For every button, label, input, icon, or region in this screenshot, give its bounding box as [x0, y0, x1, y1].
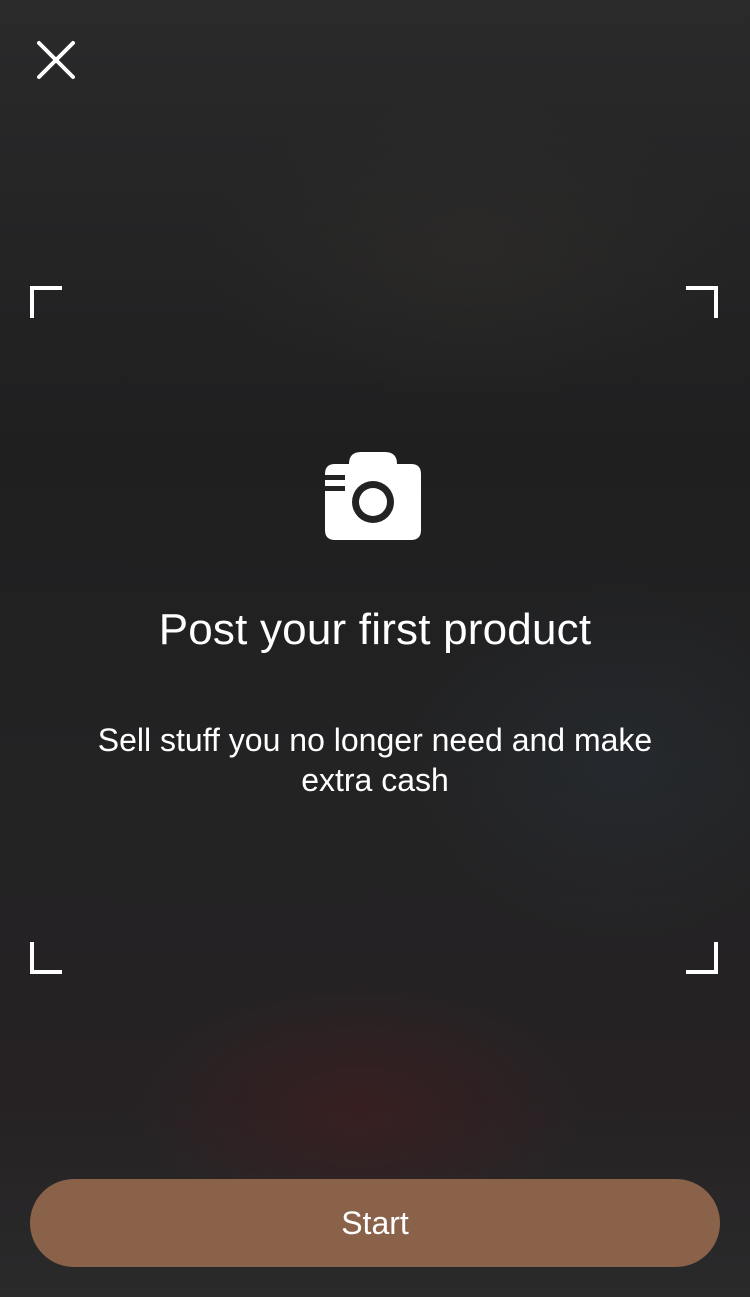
close-icon: [37, 41, 75, 79]
page-title: Post your first product: [158, 605, 592, 654]
viewfinder-corner-top-left: [30, 286, 62, 318]
camera-icon: [325, 452, 421, 540]
close-button[interactable]: [30, 34, 82, 86]
start-button[interactable]: Start: [30, 1179, 720, 1267]
viewfinder-corner-bottom-right: [686, 942, 718, 974]
viewfinder-corner-bottom-left: [30, 942, 62, 974]
viewfinder-corner-top-right: [686, 286, 718, 318]
page-subtitle: Sell stuff you no longer need and make e…: [97, 722, 653, 798]
